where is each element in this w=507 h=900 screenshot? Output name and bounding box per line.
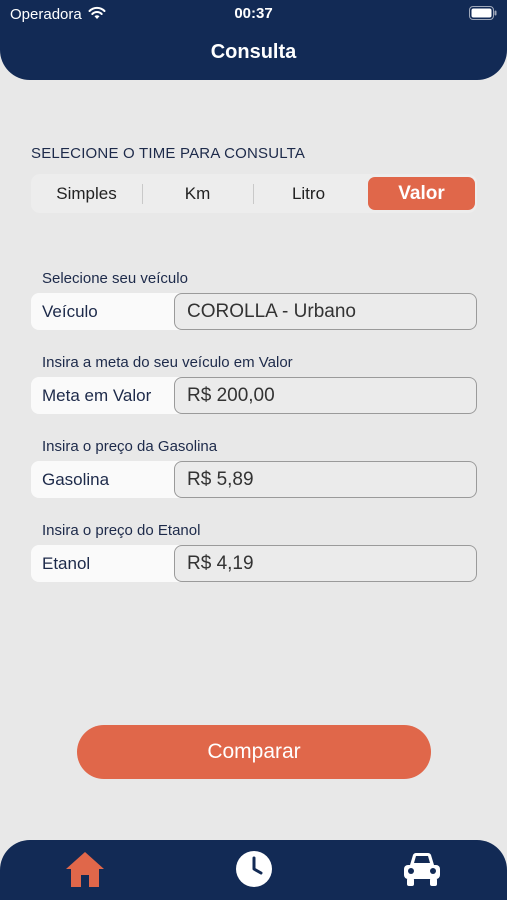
goal-field-row: Meta em Valor R$ 200,00 — [31, 377, 477, 414]
gasoline-field-row: Gasolina R$ 5,89 — [31, 461, 477, 498]
vehicle-caption: Selecione seu veículo — [42, 270, 188, 287]
goal-input[interactable]: R$ 200,00 — [174, 377, 477, 414]
gasoline-input[interactable]: R$ 5,89 — [174, 461, 477, 498]
compare-button[interactable]: Comparar — [77, 725, 431, 779]
ethanol-label: Etanol — [42, 554, 91, 573]
gasoline-label: Gasolina — [42, 470, 110, 489]
app-header: Operadora 00:37 Consulta — [0, 0, 507, 80]
query-type-segmented-control: Simples Km Litro Valor — [31, 174, 477, 213]
segment-valor[interactable]: Valor — [368, 177, 475, 210]
vehicle-field-row: Veículo COROLLA - Urbano — [31, 293, 477, 330]
selector-label: SELECIONE O TIME PARA CONSULTA — [31, 145, 306, 162]
vehicle-label: Veículo — [42, 302, 98, 321]
segment-km[interactable]: Km — [142, 174, 253, 213]
goal-caption: Insira a meta do seu veículo em Valor — [42, 354, 293, 371]
segment-simples[interactable]: Simples — [31, 174, 142, 213]
home-icon[interactable] — [64, 850, 106, 888]
clock-icon[interactable] — [235, 850, 273, 888]
ethanol-caption: Insira o preço do Etanol — [42, 522, 201, 539]
vehicle-input[interactable]: COROLLA - Urbano — [174, 293, 477, 330]
car-icon[interactable] — [402, 850, 442, 888]
page-title: Consulta — [210, 41, 297, 63]
battery-icon — [469, 6, 497, 20]
gasoline-caption: Insira o preço da Gasolina — [42, 438, 218, 455]
tab-bar — [0, 840, 507, 900]
clock-time: 00:37 — [234, 5, 273, 22]
ethanol-input[interactable]: R$ 4,19 — [174, 545, 477, 582]
status-bar: Operadora 00:37 — [0, 0, 507, 28]
segment-litro[interactable]: Litro — [253, 174, 364, 213]
goal-label: Meta em Valor — [42, 386, 152, 405]
ethanol-field-row: Etanol R$ 4,19 — [31, 545, 477, 582]
